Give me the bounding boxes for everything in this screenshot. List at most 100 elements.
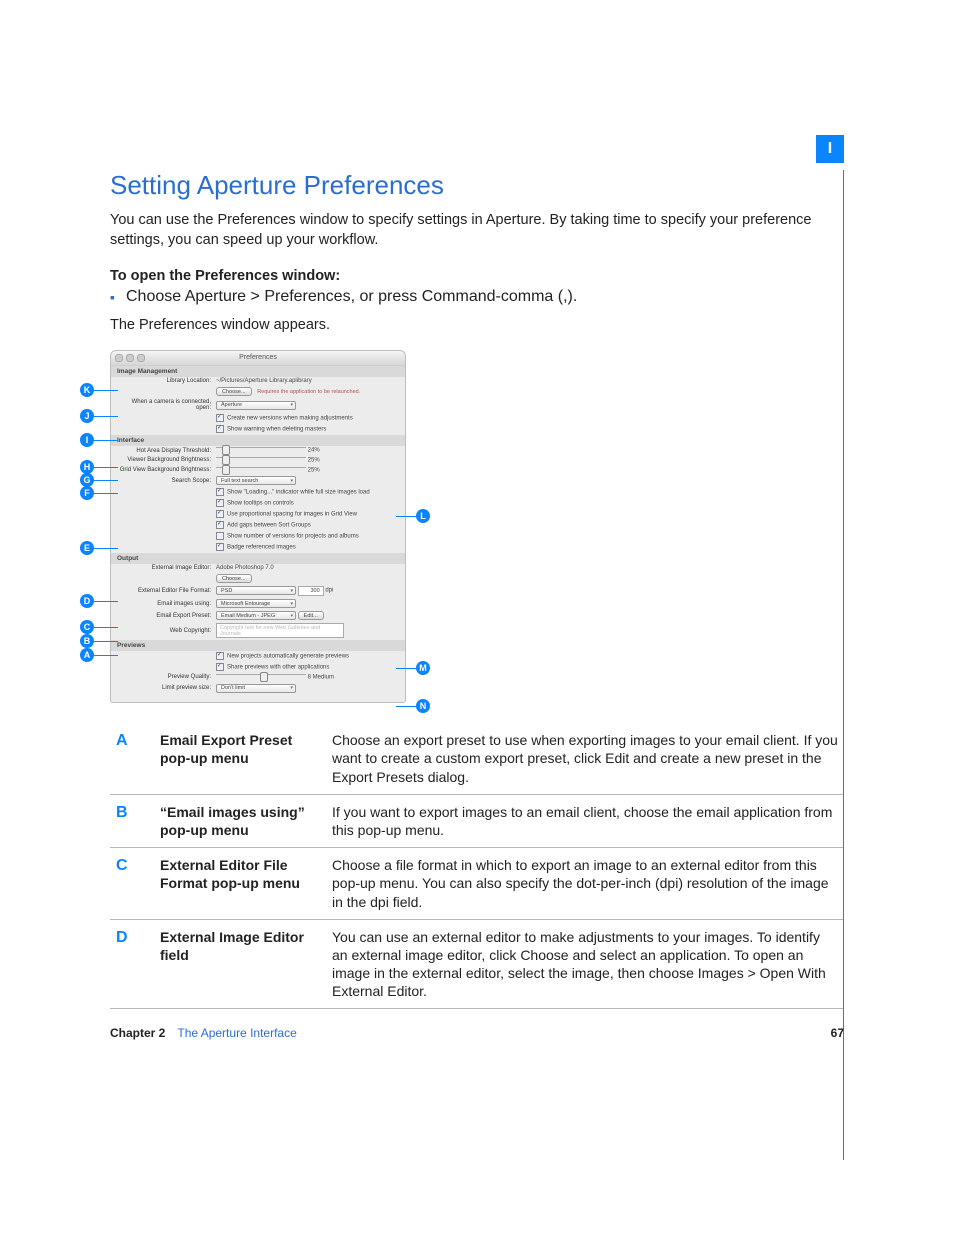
chk-warn-delete[interactable] <box>216 425 224 433</box>
result-text: The Preferences window appears. <box>110 316 844 336</box>
legend-term: External Image Editor field <box>154 919 326 1009</box>
row-viewer-bg: Viewer Background Brightness: 25% <box>111 455 405 465</box>
callout-line <box>396 706 416 707</box>
callout-legend-table: AEmail Export Preset pop-up menuChoose a… <box>110 723 844 1009</box>
web-copyright-field[interactable]: Copyright text for new Web Galleries and… <box>216 623 344 638</box>
legend-description: Choose an export preset to use when expo… <box>326 723 844 794</box>
section-image-management: Image Management <box>111 366 405 377</box>
chk-new-versions-label: Create new versions when making adjustme… <box>227 416 353 422</box>
chk-share-previews-label: Share previews with other applications <box>227 665 329 671</box>
label-email-preset: Email Export Preset: <box>117 613 216 619</box>
chk-badge[interactable] <box>216 543 224 551</box>
callout-line <box>94 641 118 642</box>
chk-proportional-label: Use proportional spacing for images in G… <box>227 512 357 518</box>
search-scope-popup[interactable]: Full text search <box>216 476 296 485</box>
row-search-scope: Search Scope:Full text search <box>111 475 405 487</box>
label-search-scope: Search Scope: <box>117 478 216 484</box>
section-rule <box>843 170 844 1160</box>
legend-term: “Email images using” pop-up menu <box>154 794 326 847</box>
legend-term: External Editor File Format pop-up menu <box>154 848 326 920</box>
section-tab: I <box>816 135 844 163</box>
limit-size-popup[interactable]: Don't limit <box>216 684 296 693</box>
task-subhead: To open the Preferences window: <box>110 268 844 284</box>
email-using-popup[interactable]: Microsoft Entourage <box>216 599 296 608</box>
window-title: Preferences <box>239 354 277 361</box>
chk-gaps[interactable] <box>216 521 224 529</box>
section-previews: Previews <box>111 640 405 651</box>
legend-letter: D <box>110 919 154 1009</box>
footer-page-number: 67 <box>831 1026 844 1040</box>
page-heading: Setting Aperture Preferences <box>110 170 844 201</box>
choose-editor-button[interactable]: Choose... <box>216 574 252 583</box>
row-limit-size: Limit preview size:Don't limit <box>111 682 405 694</box>
legend-letter: A <box>110 723 154 794</box>
chk-loading[interactable] <box>216 488 224 496</box>
chk-loading-label: Show "Loading..." indicator while full s… <box>227 490 370 496</box>
label-email-using: Email images using: <box>117 601 216 607</box>
callout-line <box>94 548 118 549</box>
slider-hot-area[interactable] <box>216 447 306 453</box>
chk-auto-previews[interactable] <box>216 652 224 660</box>
callout-line <box>94 467 118 468</box>
preview-quality-value: 8 Medium <box>308 675 334 681</box>
edit-preset-button[interactable]: Edit... <box>298 611 324 620</box>
legend-description: Choose a file format in which to export … <box>326 848 844 920</box>
dpi-unit: dpi <box>325 588 333 594</box>
viewer-bg-value: 25% <box>308 458 320 464</box>
table-row: AEmail Export Preset pop-up menuChoose a… <box>110 723 844 794</box>
callout-G: G <box>80 473 94 487</box>
callout-line <box>94 627 118 628</box>
callout-L: L <box>416 509 430 523</box>
hot-area-value: 24% <box>308 448 320 454</box>
callout-line <box>94 493 118 494</box>
callout-line <box>94 480 118 481</box>
slider-grid-bg[interactable] <box>216 467 306 473</box>
legend-letter: B <box>110 794 154 847</box>
choose-button[interactable]: Choose... <box>216 387 252 396</box>
row-email-using: Email images using:Microsoft Entourage <box>111 598 405 610</box>
chk-proportional[interactable] <box>216 510 224 518</box>
label-ext-format: External Editor File Format: <box>117 588 216 594</box>
label-grid-bg: Grid View Background Brightness: <box>117 467 216 473</box>
row-camera-open: When a camera is connected, open: Apertu… <box>111 398 405 413</box>
callout-A: A <box>80 648 94 662</box>
row-library-location: Library Location: ~/Pictures/Aperture Li… <box>111 377 405 386</box>
chk-tooltips-label: Show tooltips on controls <box>227 501 294 507</box>
callout-line <box>396 516 416 517</box>
chk-warn-delete-label: Show warning when deleting masters <box>227 427 326 433</box>
camera-open-popup[interactable]: Aperture <box>216 401 296 410</box>
callout-I: I <box>80 433 94 447</box>
table-row: B“Email images using” pop-up menuIf you … <box>110 794 844 847</box>
callout-D: D <box>80 594 94 608</box>
callout-K: K <box>80 383 94 397</box>
ext-format-popup[interactable]: PSD <box>216 586 296 595</box>
legend-description: You can use an external editor to make a… <box>326 919 844 1009</box>
preferences-screenshot: Preferences Image Management Library Loc… <box>80 350 680 703</box>
label-library-location: Library Location: <box>117 378 216 384</box>
row-preview-quality: Preview Quality: 8 Medium <box>111 673 405 683</box>
callout-line <box>94 416 118 417</box>
chk-counts[interactable] <box>216 532 224 540</box>
table-row: CExternal Editor File Format pop-up menu… <box>110 848 844 920</box>
slider-viewer-bg[interactable] <box>216 457 306 463</box>
slider-preview-quality[interactable] <box>216 674 306 680</box>
chk-share-previews[interactable] <box>216 663 224 671</box>
traffic-lights <box>115 354 145 362</box>
email-preset-popup[interactable]: Email Medium - JPEG <box>216 611 296 620</box>
legend-letter: C <box>110 848 154 920</box>
chk-new-versions[interactable] <box>216 414 224 422</box>
chk-badge-label: Badge referenced images <box>227 545 296 551</box>
callout-line <box>94 390 118 391</box>
dpi-field[interactable]: 300 <box>298 586 324 596</box>
callout-H: H <box>80 460 94 474</box>
chk-tooltips[interactable] <box>216 499 224 507</box>
legend-description: If you want to export images to an email… <box>326 794 844 847</box>
legend-term: Email Export Preset pop-up menu <box>154 723 326 794</box>
window-titlebar: Preferences <box>111 351 405 366</box>
bullet-icon: ▪ <box>110 288 126 306</box>
callout-E: E <box>80 541 94 555</box>
chk-auto-previews-label: New projects automatically generate prev… <box>227 654 349 660</box>
callout-line <box>396 668 416 669</box>
section-output: Output <box>111 553 405 564</box>
footer-title: The Aperture Interface <box>177 1026 296 1040</box>
